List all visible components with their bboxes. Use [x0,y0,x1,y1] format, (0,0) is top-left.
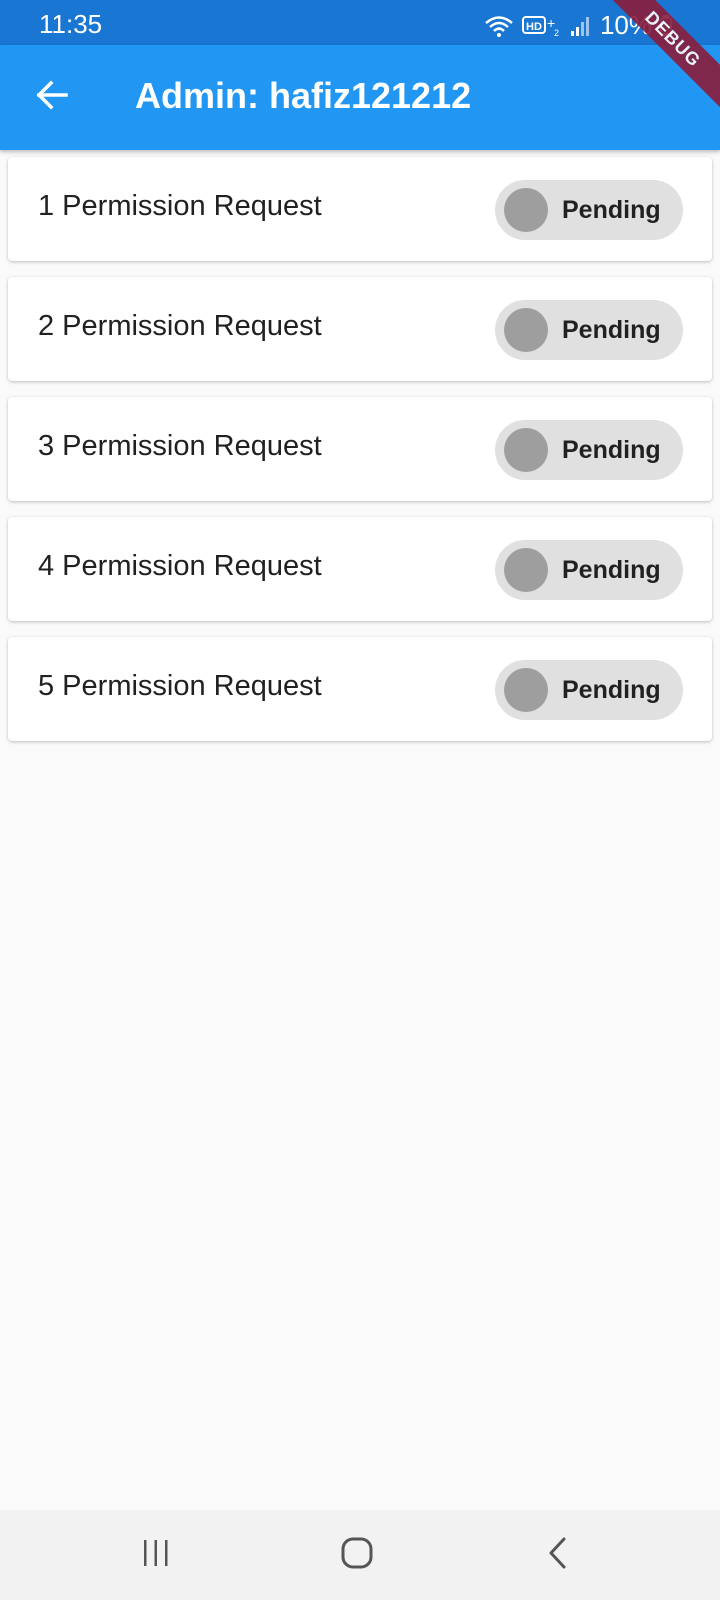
svg-text:HD: HD [526,21,542,33]
status-toggle[interactable]: Pending [495,300,683,360]
status-label: Pending [562,676,661,704]
arrow-left-icon [35,80,69,115]
status-bar: 11:35 HD +2 10% [0,0,720,45]
system-nav-bar [0,1510,720,1600]
permission-request-label: 2 Permission Request [38,310,322,342]
toggle-knob [504,548,548,592]
back-button[interactable] [24,69,80,125]
nav-recents-button[interactable] [126,1528,186,1582]
permission-request-label: 5 Permission Request [38,670,322,702]
signal-icon [570,15,592,37]
status-label: Pending [562,316,661,344]
permission-request-card: 5 Permission Request Pending [8,637,712,741]
nav-back-button[interactable] [528,1528,588,1582]
permission-request-card: 4 Permission Request Pending [8,517,712,621]
svg-text:2: 2 [554,28,559,38]
status-toggle[interactable]: Pending [495,540,683,600]
toggle-knob [504,308,548,352]
status-label: Pending [562,556,661,584]
permission-request-card: 3 Permission Request Pending [8,397,712,501]
permission-request-list: 1 Permission Request Pending 2 Permissio… [8,157,712,757]
toggle-knob [504,668,548,712]
wifi-icon [484,14,514,38]
chevron-left-icon [546,1536,570,1575]
toggle-knob [504,428,548,472]
home-icon [340,1536,374,1575]
nav-home-button[interactable] [327,1528,387,1582]
status-label: Pending [562,196,661,224]
status-label: Pending [562,436,661,464]
permission-request-label: 4 Permission Request [38,550,322,582]
status-time: 11:35 [39,9,103,39]
permission-request-card: 2 Permission Request Pending [8,277,712,381]
hd-voice-icon: HD +2 [521,14,562,38]
app-bar: Admin: hafiz121212 [0,45,720,150]
status-toggle[interactable]: Pending [495,660,683,720]
toggle-knob [504,188,548,232]
permission-request-label: 3 Permission Request [38,430,322,462]
permission-request-label: 1 Permission Request [38,190,322,222]
permission-request-card: 1 Permission Request Pending [8,157,712,261]
status-toggle[interactable]: Pending [495,180,683,240]
page-title: Admin: hafiz121212 [135,75,472,116]
recents-icon [141,1538,171,1573]
status-toggle[interactable]: Pending [495,420,683,480]
